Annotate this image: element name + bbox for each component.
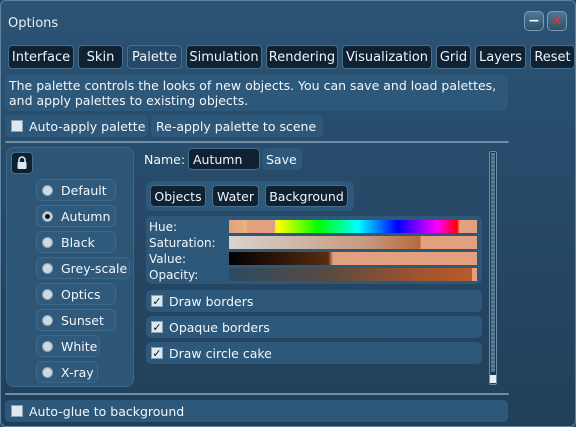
palette-option-label: X-ray [61,364,94,380]
palette-name-input[interactable]: Autumn [188,148,260,170]
radio-icon [42,262,53,274]
description-line-1: The palette controls the looks of new ob… [9,78,497,93]
palette-option-label: White [61,338,98,354]
tab-label: Rendering [268,49,336,65]
opaque-borders-checkbox[interactable]: ✓ Opaque borders [146,316,482,338]
minimize-icon: − [528,13,540,29]
radio-icon [42,288,53,300]
value-slider[interactable] [229,252,477,265]
palette-description: The palette controls the looks of new ob… [5,75,508,111]
palette-option-white[interactable]: White [36,335,100,357]
tab-skin[interactable]: Skin [78,45,123,69]
saturation-slider[interactable] [229,236,477,249]
save-label: Save [266,151,297,167]
palette-option-label: Default [61,182,107,198]
settings-scrollbar[interactable] [489,151,497,385]
palette-option-label: Black [61,234,95,250]
palette-option-autumn[interactable]: Autumn [36,205,116,227]
divider [5,393,509,395]
subtab-objects[interactable]: Objects [150,185,206,207]
lock-icon [17,156,27,169]
subtab-label: Background [269,188,344,204]
reapply-palette-button[interactable]: Re-apply palette to scene [151,115,323,137]
palette-option-default[interactable]: Default [36,179,116,201]
tab-layers[interactable]: Layers [475,45,526,69]
tab-label: Simulation [189,49,259,65]
description-line-2: and apply palettes to existing objects. [9,93,249,108]
close-icon: × [551,13,563,29]
checkmark-icon: ✓ [151,294,163,308]
tab-reset[interactable]: Reset [530,45,575,69]
auto-apply-palette-checkbox[interactable]: Auto-apply palette [5,115,148,137]
palette-option-x-ray[interactable]: X-ray [36,361,98,383]
tab-label: Interface [11,49,71,65]
palette-option-label: Optics [61,286,101,302]
tab-label: Palette [131,49,178,65]
opacity-label: Opacity: [149,268,199,282]
lock-button[interactable] [11,152,33,174]
subtab-label: Objects [154,188,202,204]
auto-glue-checkbox[interactable]: Auto-glue to background [5,400,508,422]
tab-palette[interactable]: Palette [127,45,182,69]
opaque-borders-label: Opaque borders [169,319,270,335]
radio-selected-icon [42,210,53,222]
palette-name-value: Autumn [193,151,243,167]
save-palette-button[interactable]: Save [262,148,302,170]
palette-option-label: Sunset [61,312,104,328]
palette-option-black[interactable]: Black [36,231,116,253]
palette-option-optics[interactable]: Optics [36,283,116,305]
radio-icon [42,236,53,248]
tab-grid[interactable]: Grid [436,45,471,69]
checkmark-icon: ✓ [151,320,163,334]
tab-label: Grid [439,49,468,65]
auto-glue-label: Auto-glue to background [29,403,185,419]
tab-visualization[interactable]: Visualization [342,45,432,69]
tab-interface[interactable]: Interface [8,45,74,69]
palette-option-label: Grey-scale [61,260,128,276]
name-label: Name: [144,152,186,167]
palette-option-label: Autumn [61,208,111,224]
checkbox-icon [11,120,23,132]
tab-rendering[interactable]: Rendering [266,45,338,69]
scrollbar-end-button[interactable] [490,375,496,383]
hue-slider-handle[interactable] [247,220,275,233]
scrollbar-thumb[interactable] [491,153,495,372]
tab-label: Reset [534,49,571,65]
draw-circle-cake-checkbox[interactable]: ✓ Draw circle cake [146,342,482,364]
value-label: Value: [149,252,186,266]
tab-simulation[interactable]: Simulation [186,45,262,69]
window-title: Options [8,16,59,31]
tab-label: Skin [86,49,115,65]
subtab-water[interactable]: Water [212,185,259,207]
divider [5,141,509,143]
radio-icon [42,340,53,352]
tab-label: Visualization [345,49,429,65]
checkmark-icon: ✓ [151,346,163,360]
opacity-slider[interactable] [229,268,477,281]
palette-option-sunset[interactable]: Sunset [36,309,116,331]
draw-borders-label: Draw borders [169,293,254,309]
reapply-label: Re-apply palette to scene [156,118,317,134]
checkbox-icon [11,405,23,417]
draw-borders-checkbox[interactable]: ✓ Draw borders [146,290,482,312]
close-button[interactable]: × [547,11,567,31]
radio-icon [42,314,53,326]
tab-label: Layers [478,49,523,65]
radio-icon [42,184,53,196]
hue-slider[interactable] [229,220,477,233]
radio-icon [42,366,53,378]
auto-apply-label: Auto-apply palette [29,118,146,134]
saturation-label: Saturation: [149,236,216,250]
minimize-button[interactable]: − [524,11,544,31]
subtab-background[interactable]: Background [265,185,348,207]
palette-option-grey-scale[interactable]: Grey-scale [36,257,130,279]
subtab-label: Water [217,188,254,204]
hue-label: Hue: [149,220,178,234]
draw-circle-cake-label: Draw circle cake [169,345,272,361]
options-window: Options − × Interface Skin Palette Simul… [0,0,576,427]
